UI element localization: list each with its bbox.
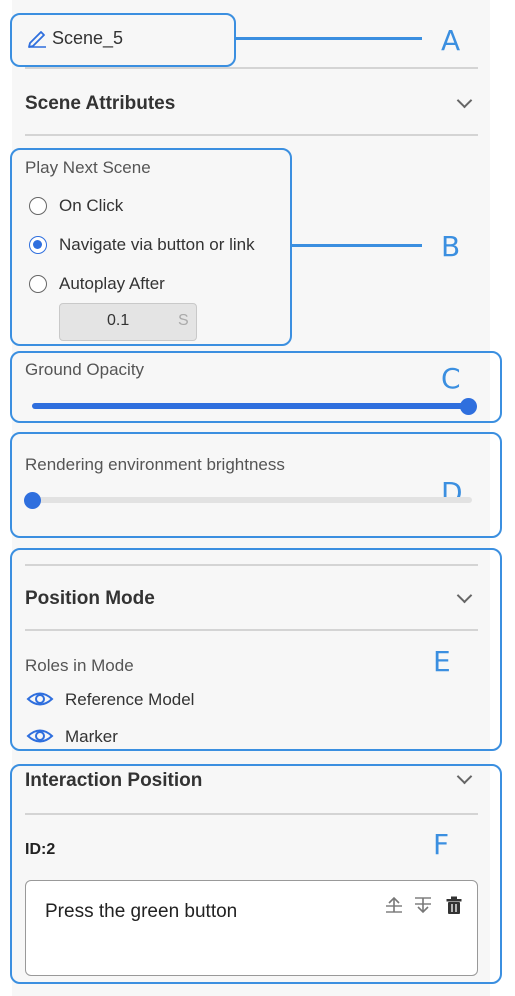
slider-thumb[interactable] [459,398,477,415]
ground-opacity-slider[interactable] [32,403,468,409]
brightness-label: Rendering environment brightness [25,455,285,474]
position-mode-title[interactable]: Position Mode [25,588,155,610]
callout-letter-b: B [441,230,461,263]
role-label: Reference Model [65,690,195,709]
move-up-icon[interactable] [384,895,404,915]
ground-opacity-label: Ground Opacity [25,360,145,379]
divider [25,813,478,815]
divider [25,564,478,566]
trash-icon[interactable] [444,895,464,915]
slider-fill [32,403,468,409]
autoplay-unit: S [178,312,189,329]
eye-icon[interactable] [26,726,54,746]
autoplay-value: 0.1 [107,312,130,329]
id-label: ID:2 [25,841,56,858]
roles-in-mode-label: Roles in Mode [25,656,134,675]
move-down-icon[interactable] [413,895,433,915]
radio-button[interactable] [29,197,47,215]
role-label: Marker [65,727,118,746]
radio-label[interactable]: On Click [59,196,123,216]
callout-letter-d: D [441,476,463,509]
radio-button[interactable] [29,275,47,293]
scene-attributes-title[interactable]: Scene Attributes [25,93,175,115]
scene-name-label[interactable]: Scene_5 [52,28,123,49]
slider-thumb[interactable] [23,492,41,509]
callout-letter-e: E [433,645,451,678]
pencil-icon[interactable] [26,26,48,48]
divider [25,67,478,69]
radio-label[interactable]: Autoplay After [59,274,165,294]
play-next-label: Play Next Scene [25,158,151,177]
divider [25,629,478,631]
callout-box-d [10,432,502,538]
radio-label[interactable]: Navigate via button or link [59,235,255,255]
callout-letter-a: A [441,24,461,57]
callout-line-b [292,244,422,247]
interaction-text[interactable]: Press the green button [45,901,237,923]
callout-letter-f: F [433,828,450,861]
callout-box-e [10,548,502,751]
interaction-position-title[interactable]: Interaction Position [25,770,202,792]
radio-button-selected[interactable] [29,236,47,254]
interaction-text-field[interactable] [25,880,478,976]
brightness-slider[interactable] [32,497,472,503]
divider [25,134,478,136]
callout-line-a [236,37,422,40]
callout-letter-c: C [441,362,461,395]
eye-icon[interactable] [26,689,54,709]
